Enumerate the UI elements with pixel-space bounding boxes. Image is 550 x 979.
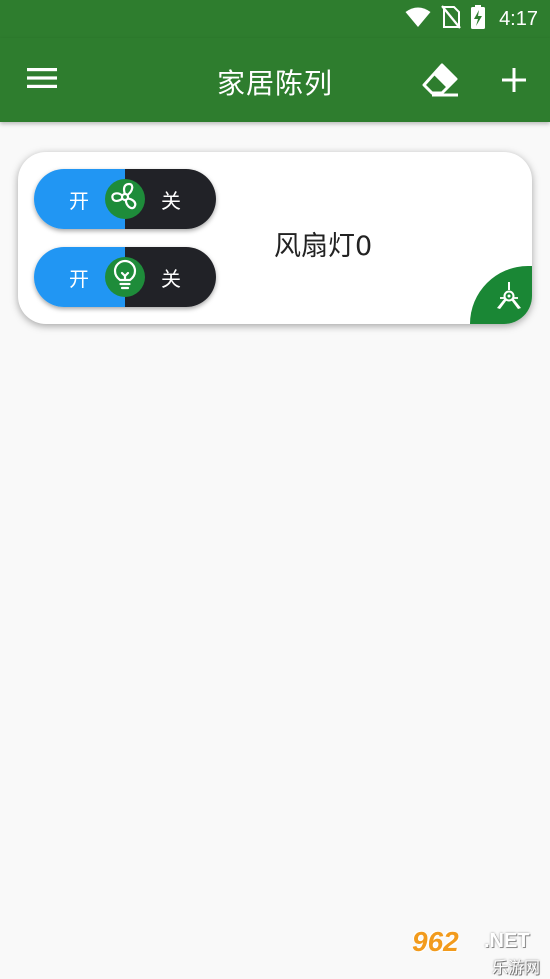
app-bar: 家居陈列 [0, 38, 550, 122]
device-type-badge[interactable] [470, 266, 532, 324]
status-time: 4:17 [499, 7, 538, 30]
light-toggle-knob[interactable] [105, 257, 145, 297]
page-title: 家居陈列 [216, 67, 333, 100]
eraser-icon [420, 62, 460, 102]
device-name: 风扇灯0 [274, 231, 373, 262]
light-on-label: 开 [69, 266, 89, 291]
light-toggle[interactable]: 开 关 [34, 247, 216, 307]
lightbulb-icon [110, 259, 140, 295]
battery-charging-icon [471, 5, 486, 33]
status-icons: 4:17 [405, 5, 538, 33]
fan-toggle-knob[interactable] [105, 179, 145, 219]
site-watermark: 962 .NET 乐游网 [412, 926, 546, 977]
device-card[interactable]: 开 关 开 关 风扇灯0 [18, 152, 532, 324]
ceiling-fan-icon [494, 282, 524, 314]
watermark-site-name: 乐游网 [492, 958, 541, 977]
wifi-icon [405, 6, 431, 32]
fan-toggle[interactable]: 开 关 [34, 169, 216, 229]
add-icon [502, 68, 526, 96]
light-off-label: 关 [161, 266, 181, 291]
fan-icon [109, 181, 141, 217]
watermark-domain: .NET [484, 930, 530, 952]
status-bar: 4:17 [0, 0, 550, 38]
watermark-number: 962 [412, 926, 459, 957]
eraser-button[interactable] [418, 60, 462, 104]
add-button[interactable] [492, 60, 536, 104]
fan-off-label: 关 [161, 188, 181, 213]
no-sim-icon [441, 5, 461, 33]
fan-on-label: 开 [69, 188, 89, 213]
